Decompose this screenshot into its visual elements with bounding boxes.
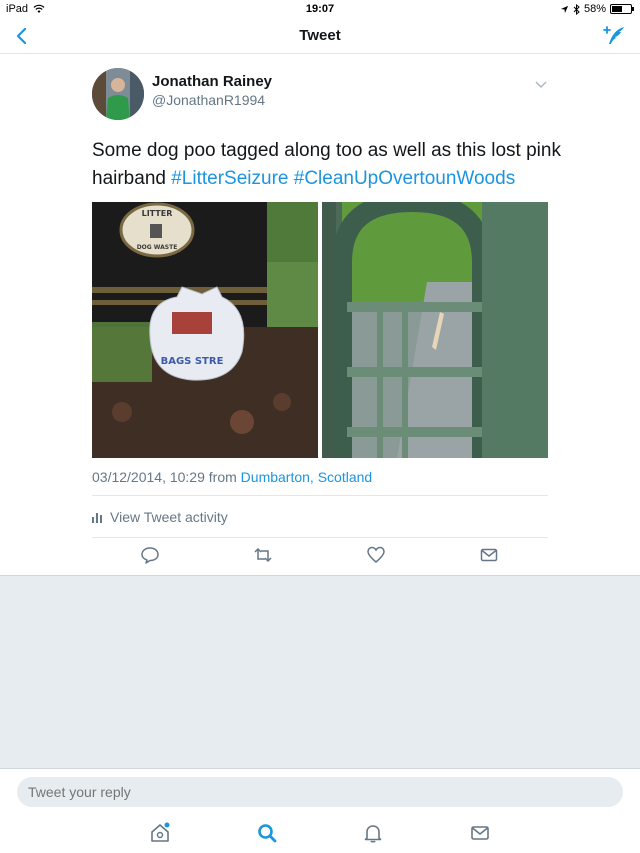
battery-percent: 58% [583,3,606,15]
timestamp-text: 03/12/2014, 10:29 from [92,469,241,485]
divider [92,495,548,496]
location-arrow-icon [560,5,569,13]
tweet-actions [92,545,548,569]
search-icon[interactable] [256,822,278,844]
home-icon[interactable] [149,822,171,844]
avatar[interactable] [92,68,144,120]
page-title: Tweet [299,27,341,44]
status-time: 19:07 [305,3,335,15]
battery-level [612,6,623,12]
photo-litter-bin[interactable]: LITTER DOG WASTE BAGS STRE [92,202,319,458]
reply-icon[interactable] [140,545,160,565]
photo-gate[interactable] [321,202,549,458]
location-link[interactable]: Dumbarton, Scotland [241,469,373,485]
status-bar: iPad 19:07 58% [0,0,640,18]
status-right: 58% [560,3,634,15]
bluetooth-icon [573,3,580,15]
tweet-text: Some dog poo tagged along too as well as… [92,137,562,193]
photo-litter-bin-image: LITTER DOG WASTE BAGS STRE [92,202,318,458]
nav-bar: Tweet [0,18,640,54]
view-activity-button[interactable]: View Tweet activity [92,509,228,525]
view-activity-label: View Tweet activity [110,509,228,525]
avatar-image [92,68,144,120]
bag-text: BAGS STRE [161,356,224,367]
author-handle[interactable]: @JonathanR1994 [152,92,265,108]
author-name[interactable]: Jonathan Rainey [152,73,272,90]
divider [92,537,548,538]
battery-icon [610,4,634,14]
empty-background [0,575,640,768]
retweet-icon[interactable] [253,545,273,565]
tweet-timestamp: 03/12/2014, 10:29 from Dumbarton, Scotla… [92,469,372,485]
reply-bar [0,768,640,812]
envelope-icon[interactable] [469,822,491,844]
tab-bar [0,812,640,853]
photo-gate-image [321,202,548,458]
bell-icon[interactable] [362,822,384,844]
chevron-down-icon[interactable] [534,77,548,91]
reply-input[interactable] [17,777,623,807]
bin-label-top: LITTER [142,209,173,218]
compose-icon[interactable] [602,24,626,48]
bin-label-bottom: DOG WASTE [137,244,178,251]
envelope-icon[interactable] [479,545,499,565]
tweet-detail: Jonathan Rainey @JonathanR1994 Some dog … [0,55,640,575]
heart-icon[interactable] [366,545,386,565]
media-grid: LITTER DOG WASTE BAGS STRE [92,202,548,458]
hashtag-litterseizure[interactable]: #LitterSeizure [171,168,288,189]
hashtag-cleanupovertounwoods[interactable]: #CleanUpOvertounWoods [294,168,515,189]
bar-chart-icon [92,513,102,523]
